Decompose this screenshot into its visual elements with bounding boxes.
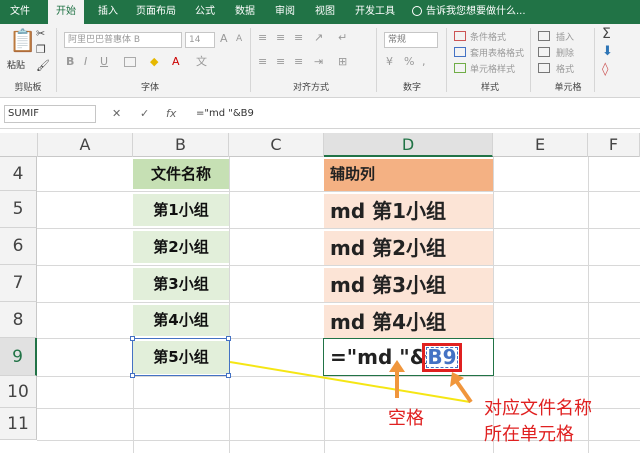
annotation-ref-line1: 对应文件名称 bbox=[484, 398, 592, 419]
annotation-space: 空格 bbox=[388, 408, 424, 429]
space-arrow-head bbox=[389, 360, 405, 372]
ref-arrow-shaft bbox=[455, 380, 473, 404]
annotation-ref-line2: 所在单元格 bbox=[484, 424, 574, 445]
annotation-arrows bbox=[229, 360, 473, 404]
yellow-link-line bbox=[229, 361, 471, 403]
